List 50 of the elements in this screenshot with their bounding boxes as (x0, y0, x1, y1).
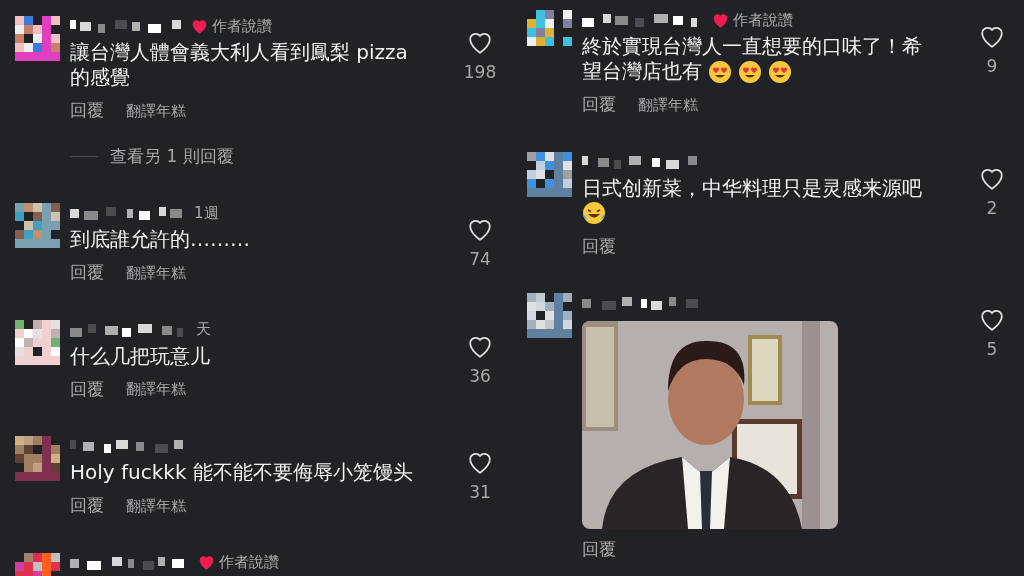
like-count: 198 (463, 61, 497, 84)
avatar[interactable] (527, 151, 572, 197)
like-count: 5 (986, 338, 998, 361)
comment-time: 天 (196, 319, 211, 341)
author-liked-label: 作者說讚 (219, 552, 279, 574)
comment-text: 終於實現台灣人一直想要的口味了！希 (582, 34, 922, 59)
author-liked-label: 作者說讚 (733, 9, 793, 31)
comment-text: 的感覺 (70, 65, 130, 90)
like-icon[interactable] (980, 26, 1004, 48)
author-liked-label: 作者說讚 (212, 15, 272, 37)
reply-link[interactable]: 回覆 (70, 493, 104, 519)
like-count: 36 (469, 364, 491, 388)
comment-text: 日式创新菜，中华料理只是灵感来源吧 (582, 175, 922, 201)
reply-link[interactable]: 回覆 (582, 233, 616, 259)
comment-text: 到底誰允許的……… (70, 227, 250, 252)
view-replies-link[interactable]: 查看另 1 則回覆 (110, 143, 234, 169)
comment-text: 讓台灣人體會義大利人看到鳳梨 pizza (70, 40, 408, 65)
comment-text: 望台灣店也有 (582, 59, 702, 84)
comment-text: Holy fuckkk 能不能不要侮辱小笼馒头 (70, 460, 413, 485)
avatar[interactable] (15, 16, 60, 61)
avatar[interactable] (15, 436, 60, 481)
heart-eyes-emoji-icon (738, 59, 762, 84)
reply-link[interactable]: 回覆 (582, 537, 616, 563)
laughing-tears-emoji-icon (582, 201, 606, 225)
like-count: 31 (469, 481, 491, 504)
like-icon[interactable] (468, 335, 492, 358)
heart-eyes-emoji-icon (708, 59, 732, 84)
reply-link[interactable]: 回覆 (70, 98, 104, 124)
reply-link[interactable]: 回覆 (582, 92, 616, 118)
like-icon[interactable] (980, 309, 1004, 331)
translate-link[interactable]: 翻譯年糕 (126, 494, 186, 517)
reply-link[interactable]: 回覆 (70, 260, 104, 286)
translate-link[interactable]: 翻譯年糕 (126, 99, 186, 122)
reply-link[interactable]: 回覆 (70, 376, 104, 402)
avatar[interactable] (15, 319, 60, 365)
comment-text: 什么几把玩意儿 (70, 343, 210, 369)
like-icon[interactable] (468, 219, 492, 241)
avatar[interactable] (527, 293, 572, 338)
like-count: 74 (469, 248, 491, 271)
avatar[interactable] (15, 203, 60, 248)
heart-eyes-emoji-icon (768, 59, 792, 84)
like-count: 9 (986, 55, 998, 78)
comment-time: 1週 (194, 202, 219, 224)
like-count: 2 (986, 196, 998, 220)
like-icon[interactable] (980, 167, 1004, 190)
translate-link[interactable]: 翻譯年糕 (638, 93, 698, 116)
like-icon[interactable] (468, 32, 492, 54)
like-icon[interactable] (468, 452, 492, 474)
translate-link[interactable]: 翻譯年糕 (126, 378, 186, 401)
translate-link[interactable]: 翻譯年糕 (126, 261, 186, 284)
